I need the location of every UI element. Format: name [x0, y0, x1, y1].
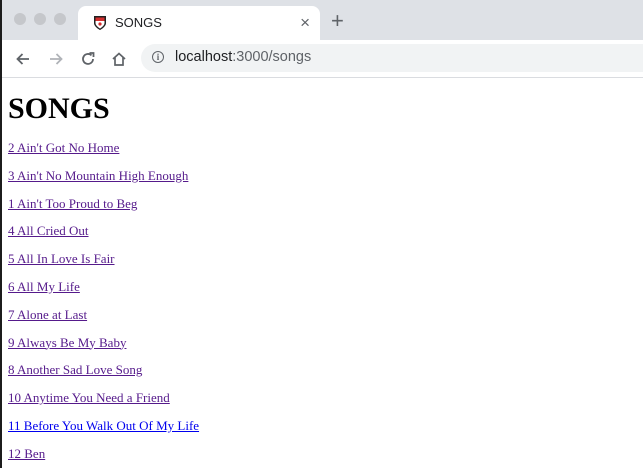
- forward-arrow-icon[interactable]: [44, 40, 68, 77]
- window-left-edge: [0, 0, 2, 468]
- window-close-control[interactable]: [14, 13, 26, 25]
- song-link[interactable]: 2 Ain't Got No Home: [8, 140, 199, 168]
- window-maximize-control[interactable]: [54, 13, 66, 25]
- song-link[interactable]: 1 Ain't Too Proud to Beg: [8, 196, 199, 224]
- address-bar[interactable]: i localhost:3000/songs: [141, 44, 643, 72]
- url-host: localhost: [175, 49, 233, 65]
- back-arrow-icon[interactable]: [11, 40, 35, 77]
- song-link[interactable]: 4 All Cried Out: [8, 223, 199, 251]
- tab-strip: SONGS × +: [0, 0, 643, 40]
- window-minimize-control[interactable]: [34, 13, 46, 25]
- song-link[interactable]: 7 Alone at Last: [8, 307, 199, 335]
- info-icon[interactable]: i: [152, 51, 164, 63]
- song-link[interactable]: 5 All In Love Is Fair: [8, 251, 199, 279]
- song-link[interactable]: 9 Always Be My Baby: [8, 335, 199, 363]
- url-path: :3000/songs: [232, 49, 312, 65]
- favicon-shield-icon: [92, 15, 108, 31]
- tab-title: SONGS: [115, 15, 162, 30]
- song-link[interactable]: 12 Ben: [8, 446, 199, 474]
- tab-songs[interactable]: SONGS ×: [78, 6, 320, 40]
- song-link[interactable]: 6 All My Life: [8, 279, 199, 307]
- page-title: SONGS: [8, 92, 110, 125]
- reload-icon[interactable]: [76, 40, 100, 77]
- home-icon[interactable]: [107, 40, 131, 77]
- song-link[interactable]: 11 Before You Walk Out Of My Life: [8, 418, 199, 446]
- new-tab-button[interactable]: +: [331, 8, 344, 34]
- song-link[interactable]: 10 Anytime You Need a Friend: [8, 390, 199, 418]
- url-text[interactable]: localhost:3000/songs: [175, 49, 311, 65]
- song-link[interactable]: 8 Another Sad Love Song: [8, 362, 199, 390]
- tab-close-icon[interactable]: ×: [300, 13, 310, 33]
- song-link[interactable]: 3 Ain't No Mountain High Enough: [8, 168, 199, 196]
- song-list: 2 Ain't Got No Home 3 Ain't No Mountain …: [8, 140, 199, 474]
- browser-toolbar: i localhost:3000/songs: [0, 40, 643, 78]
